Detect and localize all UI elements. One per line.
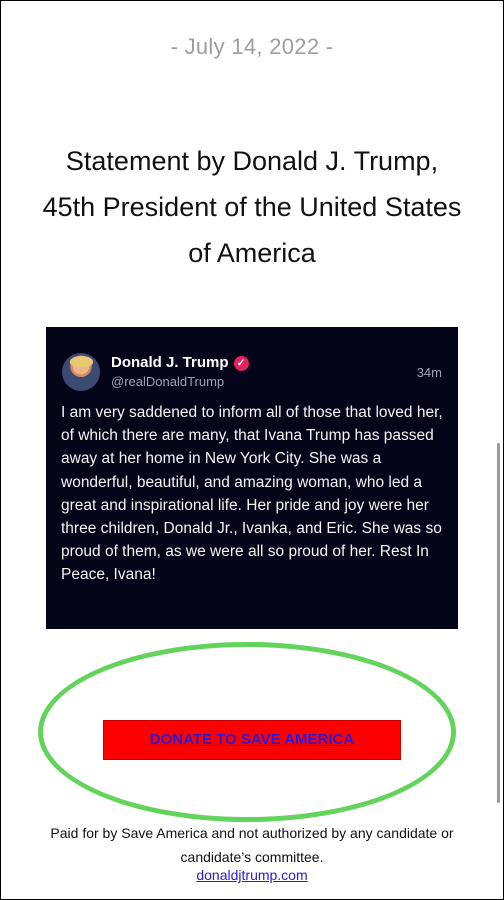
tweet-author-name: Donald J. Trump [111, 354, 229, 371]
tweet-body: I am very saddened to inform all of thos… [61, 404, 443, 584]
embedded-tweet: Donald J. Trump ✓ @realDonaldTrump 34m I … [46, 327, 458, 629]
scrollbar[interactable] [497, 443, 500, 803]
paid-for-disclaimer: Paid for by Save America and not authori… [50, 825, 454, 865]
statement-date: - July 14, 2022 - [170, 34, 334, 59]
tweet-time: 34m [416, 365, 442, 380]
donate-link[interactable]: DONATE TO SAVE AMERICA [150, 731, 354, 748]
site-link-container: donaldjtrump.com [0, 867, 504, 883]
statement-title: Statement by Donald J. Trump, 45th Presi… [42, 146, 462, 268]
avatar [62, 353, 100, 391]
donate-button[interactable]: DONATE TO SAVE AMERICA [103, 720, 401, 760]
site-link[interactable]: donaldjtrump.com [196, 867, 307, 883]
tweet-author: Donald J. Trump ✓ [111, 354, 249, 371]
verified-badge-icon: ✓ [233, 356, 249, 371]
tweet-handle: @realDonaldTrump [111, 374, 225, 389]
